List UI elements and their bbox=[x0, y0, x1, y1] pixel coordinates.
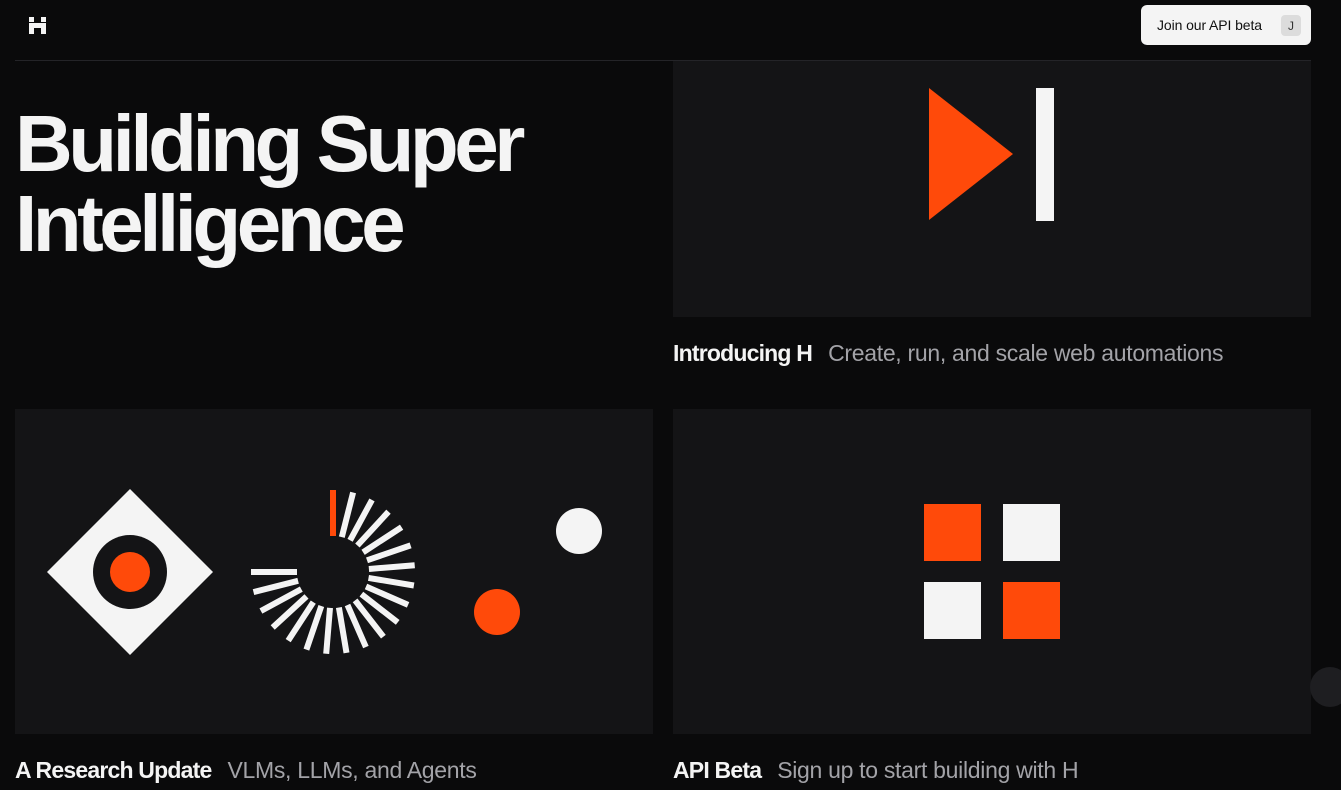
radial-loader-tick bbox=[252, 577, 299, 596]
h-logo-icon[interactable] bbox=[29, 17, 46, 34]
api-beta-subtitle: Sign up to start building with H bbox=[777, 757, 1079, 783]
research-update-caption[interactable]: A Research Update VLMs, LLMs, and Agents bbox=[15, 757, 477, 784]
hero-title-line-2: Intelligence bbox=[15, 179, 406, 268]
introducing-h-title: Introducing H bbox=[673, 340, 813, 366]
radial-loader-tick bbox=[335, 607, 350, 654]
radial-loader-icon bbox=[251, 490, 415, 654]
page: Join our API beta J Building Super Intel… bbox=[0, 0, 1341, 790]
introducing-h-subtitle: Create, run, and scale web automations bbox=[828, 340, 1224, 366]
introducing-h-card-image[interactable] bbox=[673, 61, 1311, 317]
radial-loader-tick bbox=[338, 491, 357, 538]
scroll-control-circle[interactable] bbox=[1310, 667, 1341, 707]
introducing-h-caption[interactable]: Introducing H Create, run, and scale web … bbox=[673, 340, 1224, 367]
hero-title-line-1: Building Super bbox=[15, 99, 525, 188]
radial-loader-tick bbox=[368, 574, 415, 589]
radial-loader-tick bbox=[368, 562, 415, 572]
join-api-beta-button[interactable]: Join our API beta J bbox=[1141, 5, 1311, 45]
radial-loader-tick bbox=[323, 607, 333, 654]
site-header: Join our API beta J bbox=[15, 0, 1311, 61]
grid-squares-icon bbox=[924, 504, 1060, 639]
play-skip-icon bbox=[929, 88, 1054, 221]
research-update-subtitle: VLMs, LLMs, and Agents bbox=[227, 757, 477, 783]
api-beta-card-image[interactable] bbox=[673, 409, 1311, 734]
hero-title: Building Super Intelligence bbox=[15, 104, 655, 264]
api-beta-caption[interactable]: API Beta Sign up to start building with H bbox=[673, 757, 1079, 784]
research-shapes-icon bbox=[47, 489, 602, 655]
api-beta-title: API Beta bbox=[673, 757, 762, 783]
research-update-title: A Research Update bbox=[15, 757, 212, 783]
research-update-card-image[interactable] bbox=[15, 409, 653, 734]
join-api-beta-label: Join our API beta bbox=[1157, 17, 1262, 33]
keyboard-shortcut-badge: J bbox=[1281, 15, 1301, 36]
